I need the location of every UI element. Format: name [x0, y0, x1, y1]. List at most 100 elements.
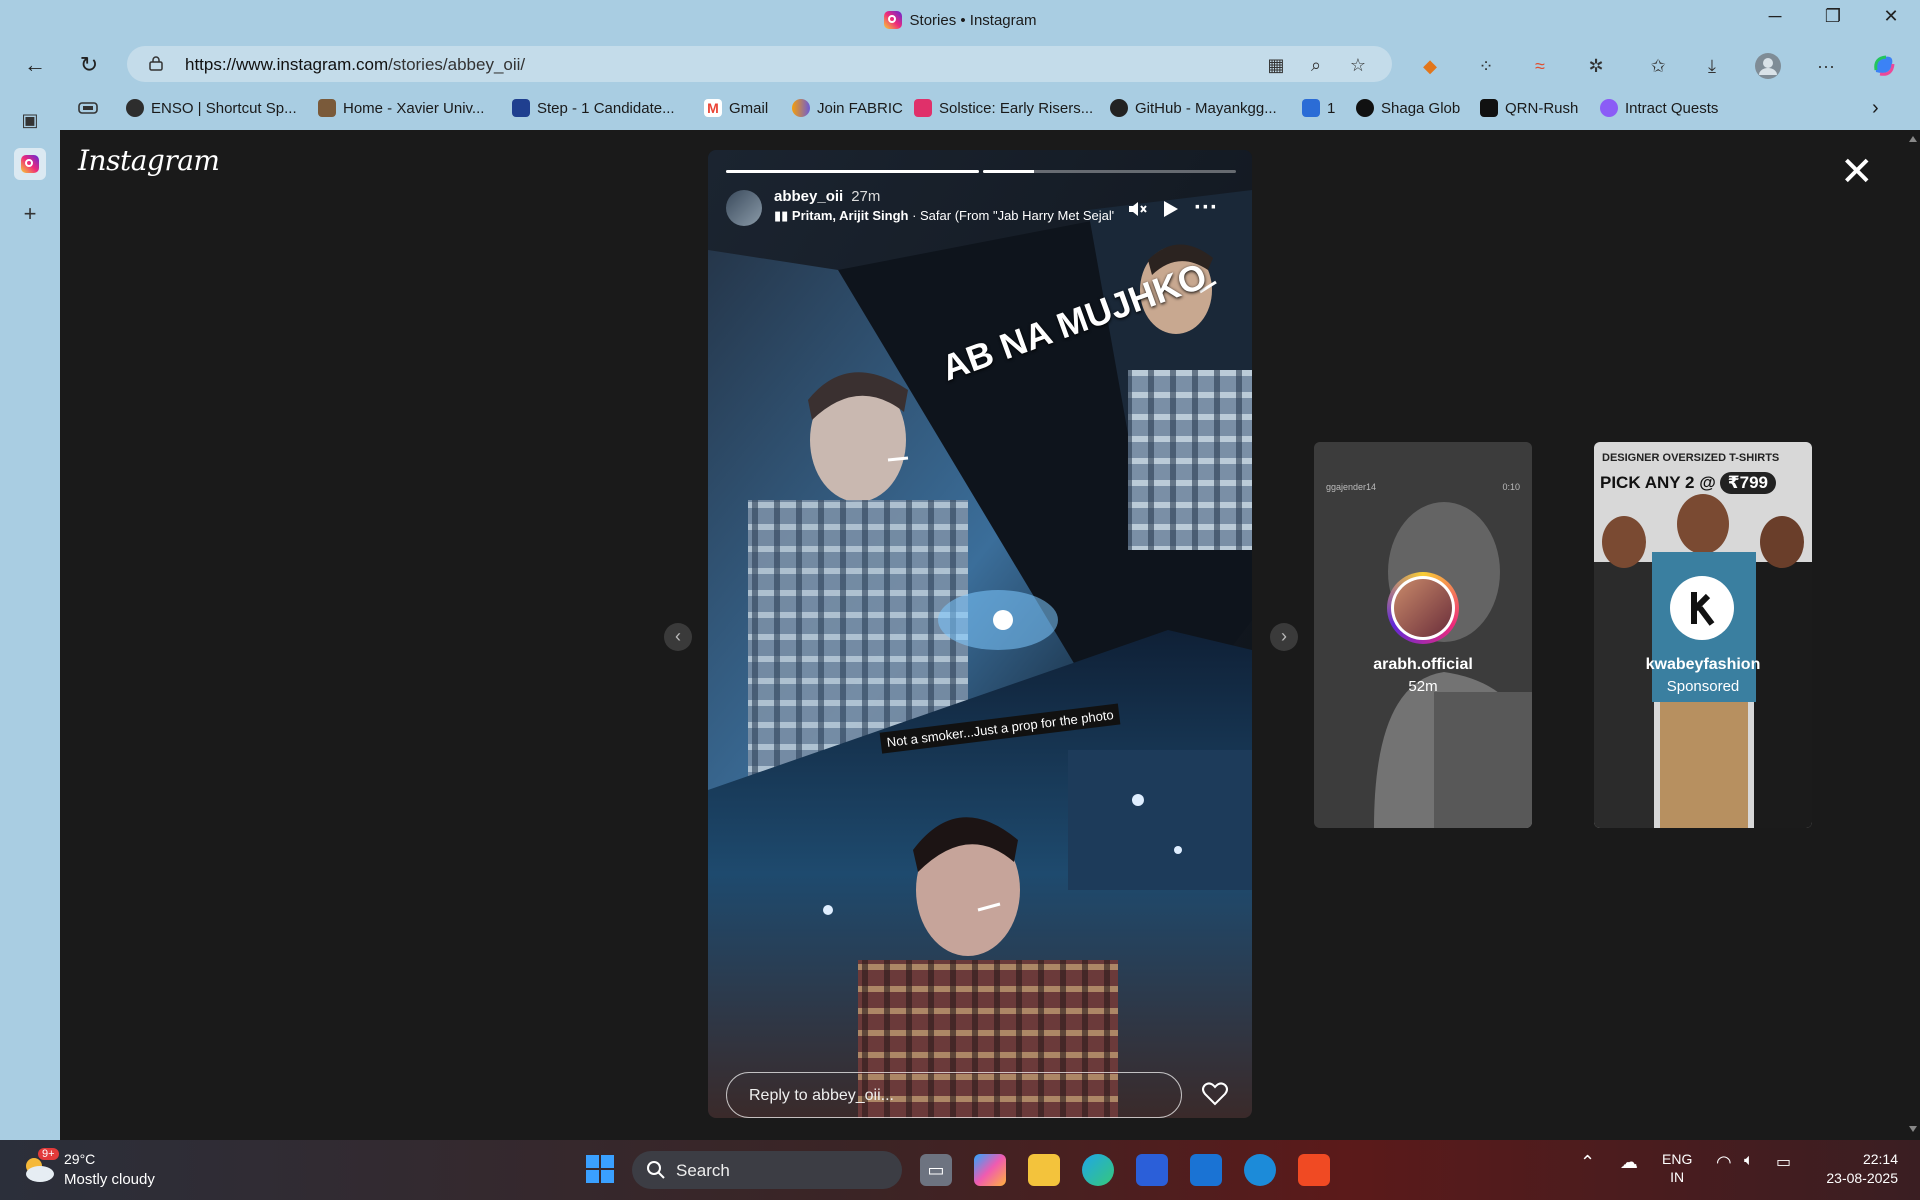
xavier-icon [318, 99, 336, 117]
solstice-icon [914, 99, 932, 117]
reply-placeholder: Reply to abbey_oii... [749, 1087, 894, 1104]
brand-name: kwabeyfashion [1645, 656, 1761, 673]
story-music[interactable]: ▮▮ Pritam, Arijit Singh · Safar (From "J… [774, 208, 1114, 224]
bookmark-item[interactable]: Home - Xavier Univ... [318, 96, 484, 120]
task-view-icon[interactable]: ▭ [920, 1154, 952, 1186]
clock[interactable]: 22:14 23-08-2025 [1812, 1150, 1898, 1188]
bookmark-item[interactable]: QRN-Rush [1480, 96, 1578, 120]
gmail-icon: M [704, 99, 722, 117]
play-icon[interactable] [1160, 198, 1180, 226]
bookmark-item[interactable]: Join FABRIC [792, 96, 903, 120]
instagram-logo[interactable]: Instagram [78, 144, 220, 177]
story-time: 52m [1408, 678, 1438, 695]
bookmark-label: Shaga Glob [1381, 99, 1461, 117]
window-title: Stories • Instagram [0, 11, 1920, 29]
progress-fill [726, 170, 979, 173]
back-button[interactable]: ← [18, 50, 52, 80]
copilot-app-icon[interactable] [974, 1154, 1006, 1186]
lang-code: ENG [1662, 1151, 1693, 1167]
bookmark-item[interactable]: Solstice: Early Risers... [914, 96, 1093, 120]
story-avatar-ring[interactable] [1387, 572, 1459, 644]
bookmark-item[interactable]: 1 [1302, 96, 1335, 120]
bookmark-item[interactable]: Step - 1 Candidate... [512, 96, 675, 120]
profile-avatar[interactable] [1754, 52, 1782, 80]
tab-instagram[interactable] [14, 148, 46, 180]
file-explorer-icon[interactable] [1028, 1154, 1060, 1186]
bookmark-item[interactable]: Intract Quests [1600, 96, 1718, 120]
settings-more-button[interactable]: ··· [1812, 52, 1840, 80]
search-label: Search [676, 1161, 730, 1180]
bookmark-item[interactable]: ENSO | Shortcut Sp... [126, 96, 297, 120]
story-time: 27m [851, 188, 881, 205]
bookmark-item[interactable]: M Gmail [704, 96, 768, 120]
tab-actions-icon[interactable]: ▣ [14, 104, 46, 136]
language-indicator[interactable]: ENG IN [1662, 1150, 1692, 1186]
edge-browser-icon[interactable] [1082, 1154, 1114, 1186]
window-title-text: Stories • Instagram [909, 11, 1037, 29]
bookmark-icon [1302, 99, 1320, 117]
weather-widget[interactable]: 9+ 29°C Mostly cloudy [20, 1148, 180, 1192]
close-window-button[interactable]: ✕ [1868, 6, 1914, 27]
music-bars-icon: ▮▮ [774, 208, 792, 223]
ad-offer-text: PICK ANY 2 @ [1600, 473, 1716, 492]
notification-badge: 9+ [38, 1148, 59, 1160]
outlook-icon[interactable] [1190, 1154, 1222, 1186]
bookmark-item[interactable]: Shaga Glob [1356, 96, 1460, 120]
address-bar[interactable]: https://www.instagram.com/stories/abbey_… [127, 46, 1392, 82]
new-tab-plus-icon[interactable]: + [14, 198, 46, 230]
previous-story-arrow-icon[interactable]: ‹ [664, 623, 692, 651]
reload-button[interactable]: ↻ [72, 50, 106, 80]
close-stories-icon[interactable]: ✕ [1840, 152, 1874, 192]
clock-time: 22:14 [1862, 1151, 1898, 1167]
url-text[interactable]: https://www.instagram.com/stories/abbey_… [185, 55, 525, 75]
minimize-button[interactable]: ─ [1752, 6, 1798, 27]
sponsored-story-card[interactable]: DESIGNER OVERSIZED T-SHIRTS PICK ANY 2 @… [1594, 442, 1812, 828]
like-heart-icon[interactable] [1200, 1078, 1230, 1108]
app-penguin-icon[interactable] [1244, 1154, 1276, 1186]
bookmark-item[interactable]: GitHub - Mayankgg... [1110, 96, 1277, 120]
bookmark-label: Home - Xavier Univ... [343, 99, 485, 117]
story-author-avatar[interactable] [726, 190, 762, 226]
reading-view-icon[interactable] [78, 96, 98, 120]
metamask-extension-icon[interactable]: ◆ [1416, 52, 1444, 80]
show-hidden-icons-chevron-icon[interactable]: ⌃ [1580, 1152, 1595, 1173]
story-viewer[interactable]: abbey_oii 27m ▮▮ Pritam, Arijit Singh · S… [708, 150, 1252, 1118]
dots-extension-icon[interactable]: ⁘ [1472, 52, 1500, 80]
brand-avatar[interactable] [1670, 576, 1734, 640]
zoom-icon[interactable]: ⌕ [1303, 52, 1329, 78]
bookmark-label: QRN-Rush [1505, 99, 1579, 117]
next-story-card[interactable]: ggajender14 0:10 arabh.official 52m [1314, 442, 1532, 828]
sponsored-label: Sponsored [1666, 678, 1740, 695]
card-watermark: ggajender14 [1326, 482, 1377, 492]
bookmark-label: GitHub - Mayankgg... [1135, 99, 1277, 117]
favorite-star-icon[interactable]: ☆ [1345, 52, 1371, 78]
wifi-icon[interactable]: ◠ [1716, 1152, 1732, 1173]
more-bookmarks-chevron-icon[interactable]: › [1872, 96, 1879, 120]
scrollbar[interactable] [1906, 130, 1920, 1140]
lock-icon[interactable] [149, 55, 163, 71]
favorites-icon[interactable]: ✩ [1644, 52, 1672, 80]
bookmark-label: Join FABRIC [817, 99, 903, 117]
mute-icon[interactable] [1126, 198, 1148, 226]
fabric-icon [792, 99, 810, 117]
downloads-icon[interactable]: ⤓ [1698, 52, 1726, 80]
next-story-arrow-icon[interactable]: › [1270, 623, 1298, 651]
story-author[interactable]: abbey_oii 27m [774, 188, 880, 205]
copilot-icon[interactable] [1870, 52, 1898, 80]
extensions-icon[interactable]: ✲ [1582, 52, 1610, 80]
microsoft-store-icon[interactable] [1136, 1154, 1168, 1186]
ad-headline: DESIGNER OVERSIZED T-SHIRTS [1602, 452, 1780, 464]
onedrive-cloud-icon[interactable]: ☁ [1620, 1152, 1638, 1173]
battery-icon[interactable]: ▭ [1776, 1152, 1791, 1172]
story-username[interactable]: abbey_oii [774, 188, 843, 205]
volume-icon[interactable]: 🔈︎ [1744, 1152, 1754, 1170]
reply-input[interactable]: Reply to abbey_oii... [726, 1072, 1182, 1118]
app-available-icon[interactable]: ▦ [1263, 52, 1289, 78]
taskbar-search[interactable]: Search [632, 1151, 902, 1189]
more-options-icon[interactable]: ··· [1194, 194, 1218, 222]
restore-button[interactable]: ❐ [1810, 6, 1856, 27]
nightly-extension-icon[interactable]: ≈ [1526, 52, 1554, 80]
progress-segment [726, 170, 979, 173]
brave-browser-icon[interactable] [1298, 1154, 1330, 1186]
start-windows-icon[interactable] [584, 1154, 616, 1186]
